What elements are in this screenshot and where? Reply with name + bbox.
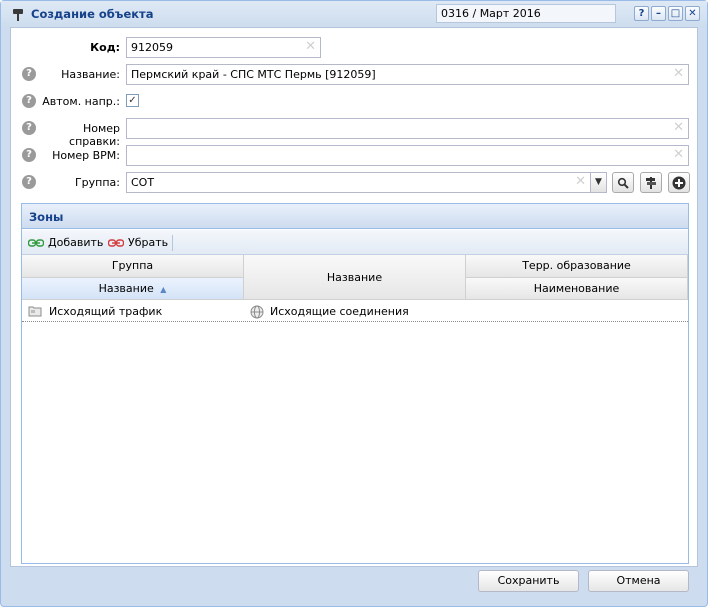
help-icon[interactable]: ? [22, 121, 36, 135]
toolbar-separator [172, 235, 173, 251]
vrm-label: Номер ВРМ: [52, 149, 120, 162]
auto-label: Автом. напр.: [42, 95, 120, 108]
vrm-field[interactable]: ✕ [126, 145, 689, 166]
chevron-down-icon[interactable]: ▼ [590, 172, 607, 193]
link-add-icon [28, 239, 44, 247]
period-field[interactable]: 0316 / Март 2016 [436, 4, 616, 23]
create-object-window: Создание объекта 0316 / Март 2016 ? – □ … [0, 0, 708, 607]
zones-title: Зоны [29, 210, 64, 224]
add-icon[interactable] [668, 172, 690, 193]
certificate-label: Номер справки: [69, 122, 120, 148]
column-terr-name[interactable]: Наименование [466, 278, 688, 300]
signpost-icon[interactable] [640, 172, 662, 193]
sort-asc-icon: ▲ [160, 285, 167, 294]
save-button[interactable]: Сохранить [478, 570, 579, 592]
clear-icon[interactable]: ✕ [575, 175, 586, 189]
code-value: 912059 [131, 41, 173, 54]
column-group[interactable]: Группа [22, 255, 244, 278]
window-titlebar[interactable]: Создание объекта 0316 / Март 2016 ? – □ … [1, 1, 707, 27]
column-name[interactable]: Название [244, 255, 466, 300]
search-icon[interactable] [612, 172, 634, 193]
row-group-name: Исходящий трафик [49, 305, 163, 318]
remove-zone-label: Убрать [128, 236, 169, 249]
name-label: Название: [61, 68, 120, 81]
column-group-name-label: Название [98, 282, 154, 295]
add-zone-button[interactable]: Добавить [28, 236, 103, 249]
globe-icon [250, 305, 264, 319]
minimize-icon[interactable]: – [651, 6, 666, 21]
column-terr[interactable]: Терр. образование [466, 255, 688, 278]
clear-icon[interactable]: ✕ [305, 40, 316, 54]
code-label: Код: [90, 41, 120, 54]
group-value: СОТ [131, 176, 155, 189]
name-value: Пермский край - СПС МТС Пермь [912059] [131, 68, 376, 81]
row-name: Исходящие соединения [270, 305, 409, 318]
help-icon[interactable]: ? [22, 175, 36, 189]
help-icon[interactable]: ? [22, 148, 36, 162]
certificate-field[interactable]: ✕ [126, 118, 689, 139]
clear-icon[interactable]: ✕ [673, 67, 684, 81]
maximize-icon[interactable]: □ [668, 6, 683, 21]
window-title: Создание объекта [31, 7, 154, 21]
group-combobox[interactable]: СОТ ✕ [126, 172, 591, 193]
zones-panel: Зоны Добавить Убрать Группа Название ▲ Н… [21, 203, 689, 564]
column-group-name[interactable]: Название ▲ [22, 278, 244, 300]
table-row[interactable]: Исходящий трафик Исходящие соединения [22, 301, 688, 322]
zones-header: Зоны [22, 204, 688, 229]
close-icon[interactable]: ✕ [685, 6, 700, 21]
code-field[interactable]: 912059 ✕ [126, 37, 321, 58]
add-zone-label: Добавить [48, 236, 104, 249]
link-remove-icon [108, 239, 124, 247]
name-field[interactable]: Пермский край - СПС МТС Пермь [912059] ✕ [126, 64, 689, 85]
help-icon[interactable]: ? [22, 67, 36, 81]
auto-checkbox[interactable]: ✓ [126, 94, 139, 107]
group-label: Группа: [74, 176, 120, 189]
zones-toolbar: Добавить Убрать [22, 230, 688, 255]
remove-zone-button[interactable]: Убрать [108, 236, 168, 249]
help-icon[interactable]: ? [634, 6, 649, 21]
clear-icon[interactable]: ✕ [673, 121, 684, 135]
cancel-button[interactable]: Отмена [588, 570, 689, 592]
pin-icon [13, 9, 23, 21]
folder-icon [28, 306, 42, 317]
clear-icon[interactable]: ✕ [673, 148, 684, 162]
help-icon[interactable]: ? [22, 94, 36, 108]
